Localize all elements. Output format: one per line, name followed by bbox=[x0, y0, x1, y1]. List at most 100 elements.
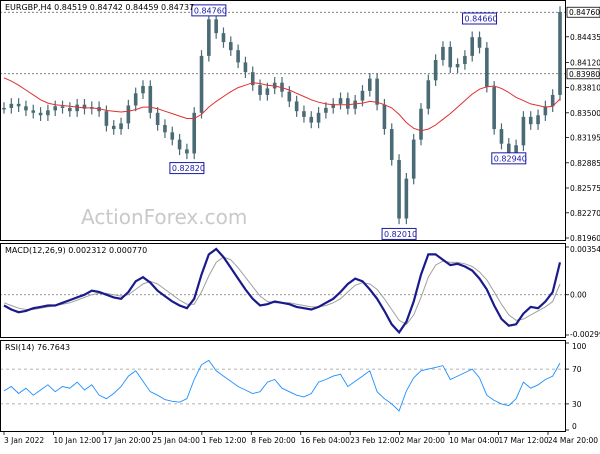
candle-body bbox=[521, 116, 526, 146]
price-annotation-label: 0.82010 bbox=[384, 230, 417, 239]
candle-body bbox=[463, 55, 467, 65]
candle-body bbox=[543, 106, 548, 116]
candle-body bbox=[185, 149, 189, 154]
candle-body bbox=[411, 139, 416, 179]
macd-tick-label: 0.00 bbox=[570, 291, 587, 300]
price-annotation-label: 0.84660 bbox=[465, 15, 498, 24]
candle-body bbox=[287, 91, 292, 102]
rsi-tick-label: 0 bbox=[572, 422, 577, 431]
candle-body bbox=[419, 108, 423, 140]
candle-body bbox=[2, 107, 6, 110]
price-tick-label: 0.83500 bbox=[570, 109, 600, 118]
candle-body bbox=[433, 59, 438, 81]
candle-body bbox=[492, 86, 496, 130]
candle-body bbox=[46, 110, 50, 116]
price-tick-label: 0.81960 bbox=[570, 234, 600, 243]
candle-body bbox=[38, 112, 43, 116]
candle-body bbox=[477, 37, 482, 48]
candle-body bbox=[309, 116, 314, 123]
candle-body bbox=[199, 55, 204, 113]
date-tick-label: 1 Feb 12:00 bbox=[202, 436, 247, 445]
date-tick-label: 2 Mar 20:00 bbox=[400, 436, 446, 445]
rsi-pane: RSI(14) 76.7643 70 30 100 0 bbox=[0, 340, 587, 432]
date-axis: 3 Jan 2022 10 Jan 12:00 17 Jan 20:00 25 Jan… bbox=[3, 432, 598, 445]
price-tick-label: 0.84435 bbox=[570, 33, 600, 42]
candle-body bbox=[375, 78, 379, 105]
candle-body bbox=[528, 116, 533, 125]
rsi-tick-label: 70 bbox=[572, 365, 582, 374]
rsi-tick-label: 100 bbox=[572, 342, 587, 351]
price-tick-label: 0.82270 bbox=[570, 209, 600, 218]
macd-pane-title: MACD(12,26,9) 0.002312 0.000770 bbox=[5, 246, 147, 255]
candle-body bbox=[448, 46, 453, 68]
date-tick-label: 24 Mar 20:00 bbox=[548, 436, 598, 445]
watermark-text: ActionForex.com bbox=[81, 205, 247, 229]
candle-body bbox=[16, 103, 21, 107]
price-tick-label: 0.83195 bbox=[570, 134, 600, 143]
candle-body bbox=[155, 112, 160, 125]
candle-body bbox=[177, 139, 182, 150]
candle-body bbox=[426, 80, 431, 109]
rsi-pane-title: RSI(14) 76.7643 bbox=[5, 343, 70, 352]
candle-body bbox=[53, 106, 58, 111]
chart-svg: ActionForex.com 0.84760 0.82820 0.82010 0.8… bbox=[0, 0, 600, 445]
candle-body bbox=[265, 88, 270, 95]
candle-body bbox=[382, 104, 387, 130]
candle-body bbox=[104, 111, 109, 126]
macd-tick-label: -0.002992 bbox=[570, 330, 600, 339]
rsi-tick-label: 30 bbox=[572, 400, 582, 409]
candle-body bbox=[485, 47, 489, 87]
candle-body bbox=[228, 42, 233, 51]
candle-body bbox=[24, 106, 28, 111]
candle-body bbox=[316, 112, 321, 123]
candle-body bbox=[258, 85, 262, 95]
candle-body bbox=[236, 50, 240, 63]
candle-body bbox=[536, 115, 540, 125]
candle-body bbox=[360, 90, 365, 101]
price-annotation-label: 0.82940 bbox=[494, 154, 527, 163]
candle-body bbox=[31, 110, 36, 113]
candle-body bbox=[170, 132, 175, 140]
candle-body bbox=[9, 103, 14, 108]
candle-body bbox=[294, 101, 299, 112]
date-tick-label: 10 Jan 12:00 bbox=[53, 436, 101, 445]
price-tick-label: 0.82885 bbox=[570, 159, 600, 168]
rsi-pane-background bbox=[0, 340, 566, 432]
candle-body bbox=[367, 78, 372, 91]
price-tick-label: 0.83810 bbox=[570, 84, 600, 93]
candle-body bbox=[404, 178, 409, 219]
rsi-scale: 70 30 100 0 bbox=[566, 342, 587, 431]
candle-body bbox=[302, 111, 306, 117]
candle-body bbox=[324, 107, 328, 113]
level-line-label: 0.83980 bbox=[569, 70, 600, 79]
macd-pane: MACD(12,26,9) 0.002312 0.000770 0.003548… bbox=[0, 243, 600, 339]
price-tick-label: 0.82575 bbox=[570, 184, 600, 193]
date-tick-label: 3 Jan 2022 bbox=[4, 436, 44, 445]
candle-body bbox=[346, 98, 350, 109]
candle-body bbox=[221, 33, 226, 43]
date-tick-label: 17 Jan 20:00 bbox=[103, 436, 151, 445]
candle-body bbox=[353, 100, 357, 109]
candle-body bbox=[68, 107, 72, 112]
candle-body bbox=[133, 93, 138, 106]
candle-body bbox=[141, 85, 145, 94]
candle-body bbox=[163, 125, 167, 133]
price-pane-title: EURGBP,H4 0.84519 0.84742 0.84459 0.8473… bbox=[5, 3, 194, 12]
candle-body bbox=[470, 37, 475, 56]
date-tick-label: 25 Jan 04:00 bbox=[152, 436, 200, 445]
candle-body bbox=[119, 123, 123, 130]
candle-body bbox=[214, 19, 218, 34]
date-tick-label: 8 Feb 20:00 bbox=[251, 436, 296, 445]
candle-body bbox=[243, 62, 248, 73]
date-tick-label: 10 Mar 04:00 bbox=[449, 436, 499, 445]
candle-body bbox=[126, 105, 131, 124]
price-scale: 0.84435 0.84120 0.83810 0.83500 0.83195 0.828… bbox=[566, 6, 600, 243]
candle-body bbox=[499, 129, 504, 144]
price-annotation-label: 0.82820 bbox=[172, 164, 205, 173]
candle-body bbox=[397, 159, 401, 219]
macd-scale: 0.003548 0.00 -0.002992 bbox=[566, 245, 600, 339]
date-tick-label: 23 Feb 12:00 bbox=[350, 436, 399, 445]
macd-tick-label: 0.003548 bbox=[570, 245, 600, 254]
candle-body bbox=[441, 46, 445, 60]
price-annotation-label: 0.84760 bbox=[194, 6, 227, 15]
